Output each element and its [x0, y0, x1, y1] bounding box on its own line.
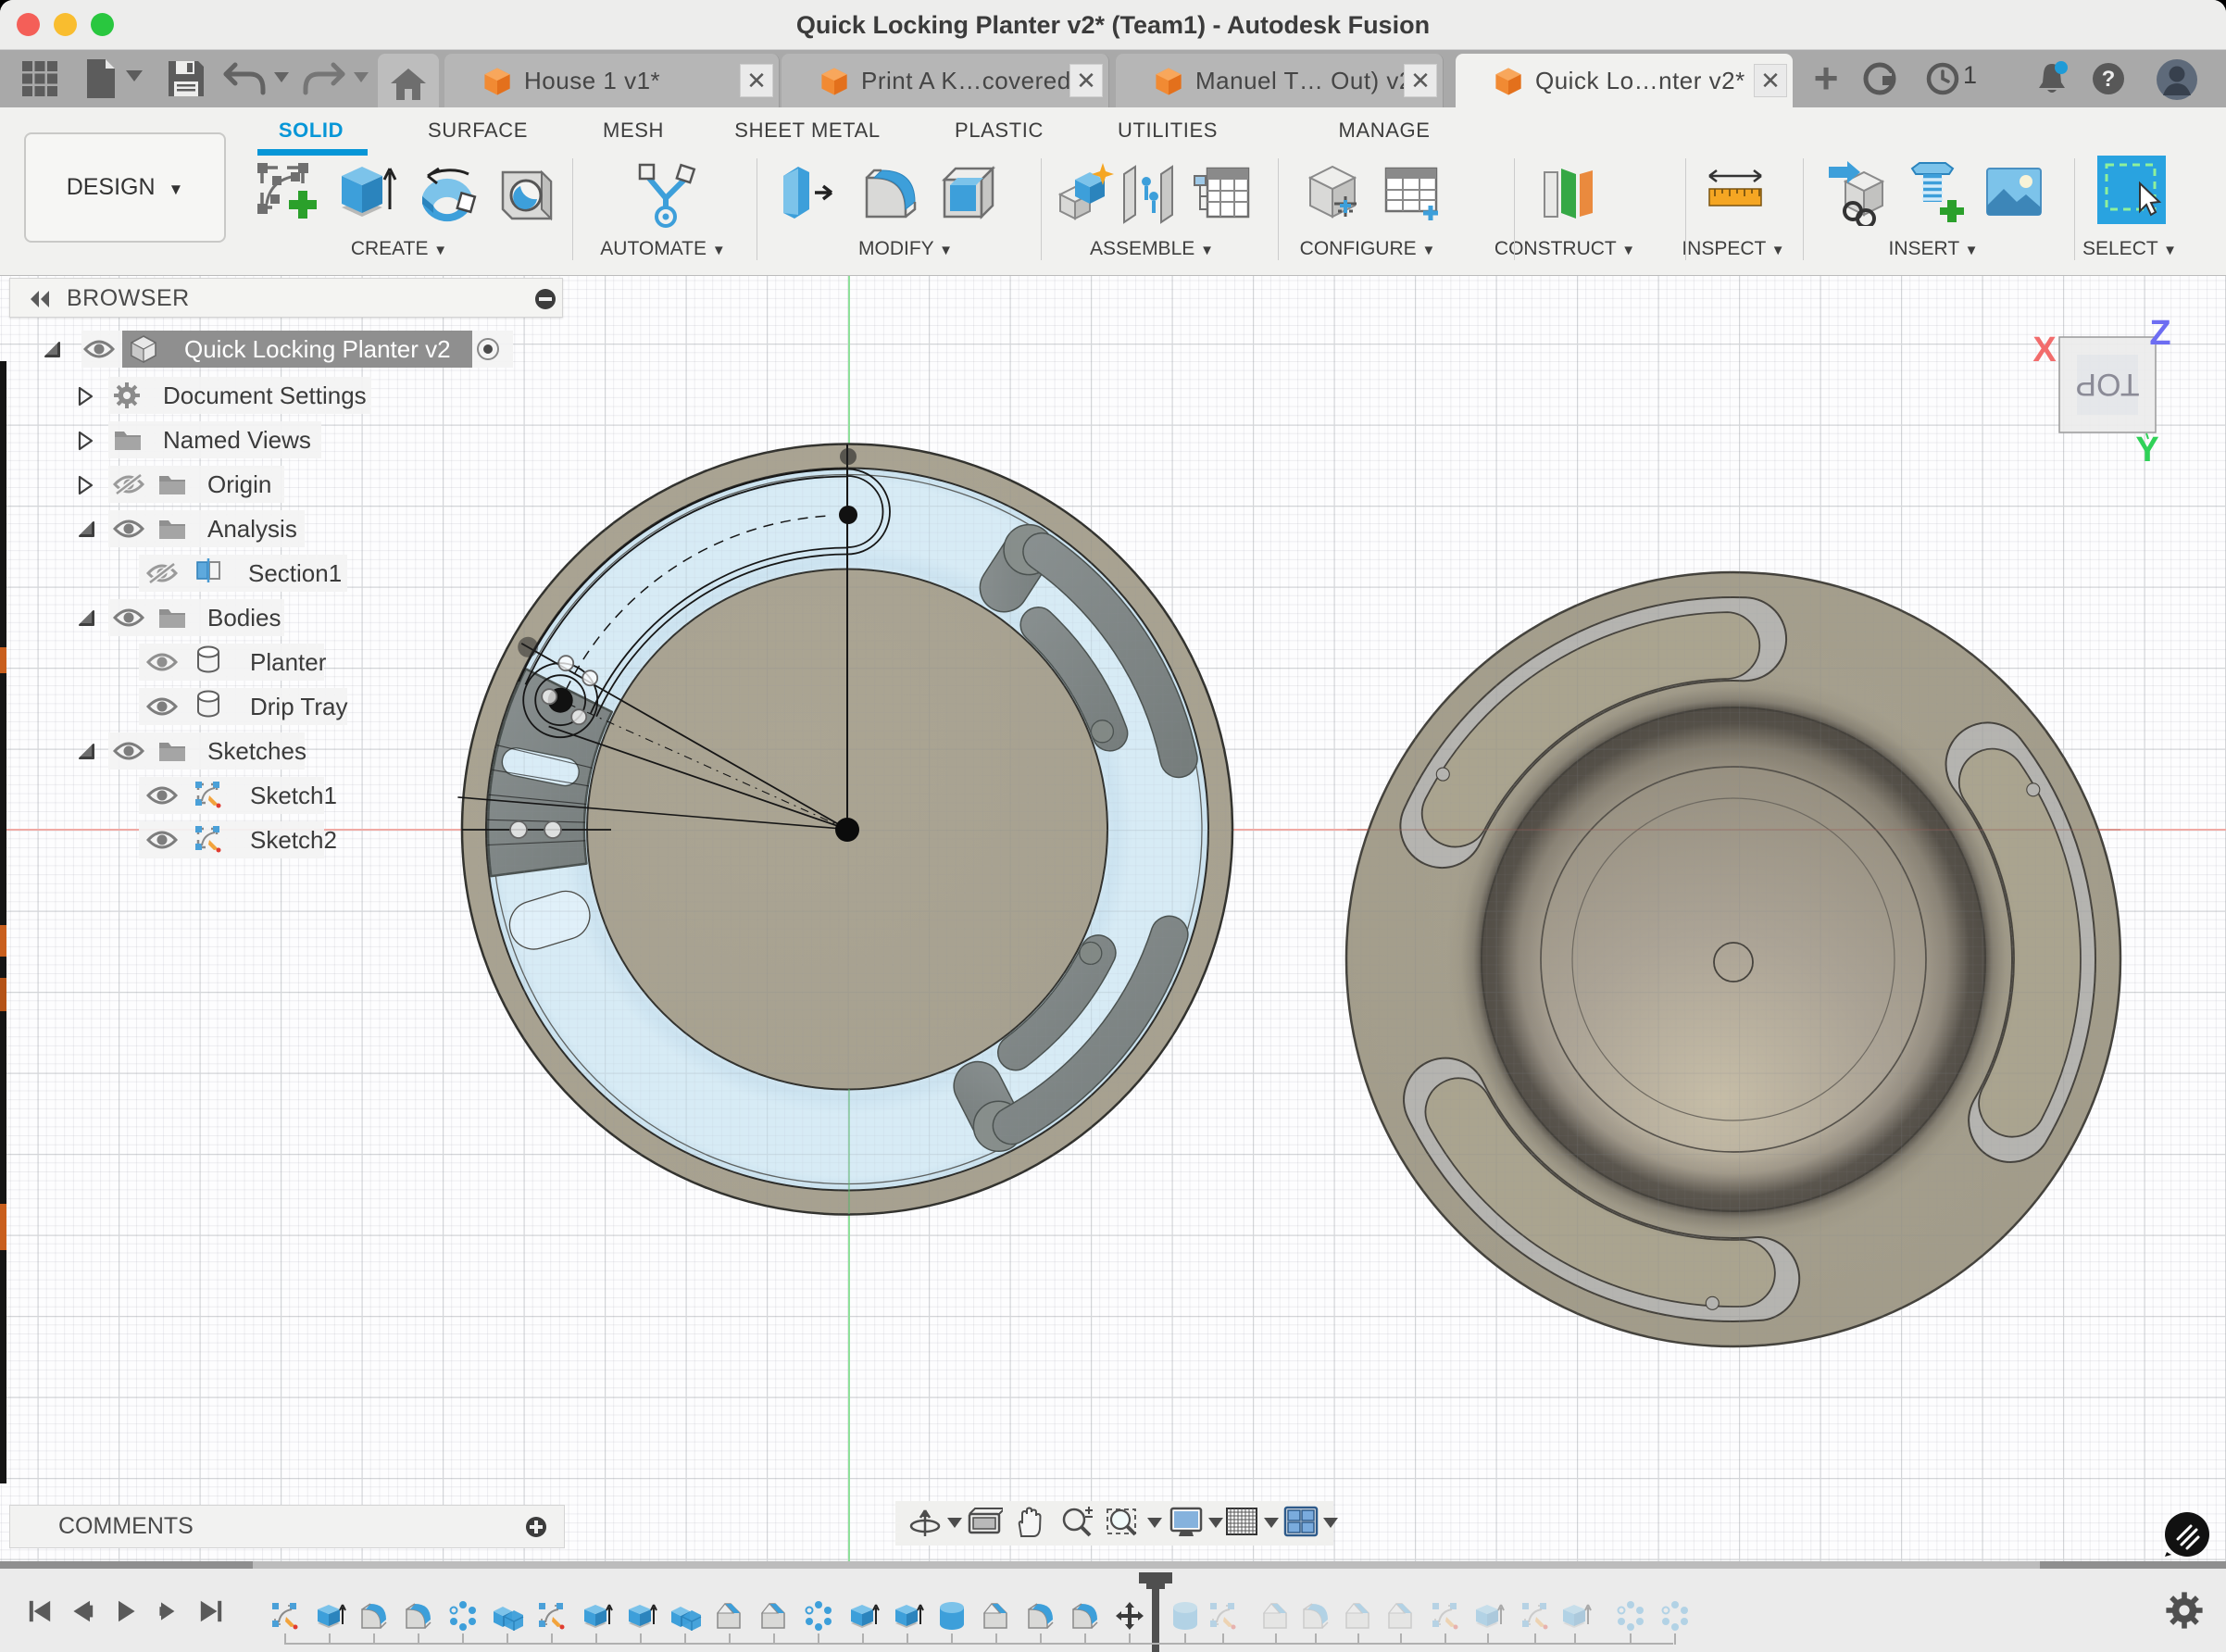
svg-text:?: ? [2102, 67, 2116, 92]
svg-text:TOP: TOP [2075, 367, 2139, 402]
svg-text:Z: Z [2149, 314, 2170, 353]
svg-text:X: X [2032, 331, 2057, 369]
